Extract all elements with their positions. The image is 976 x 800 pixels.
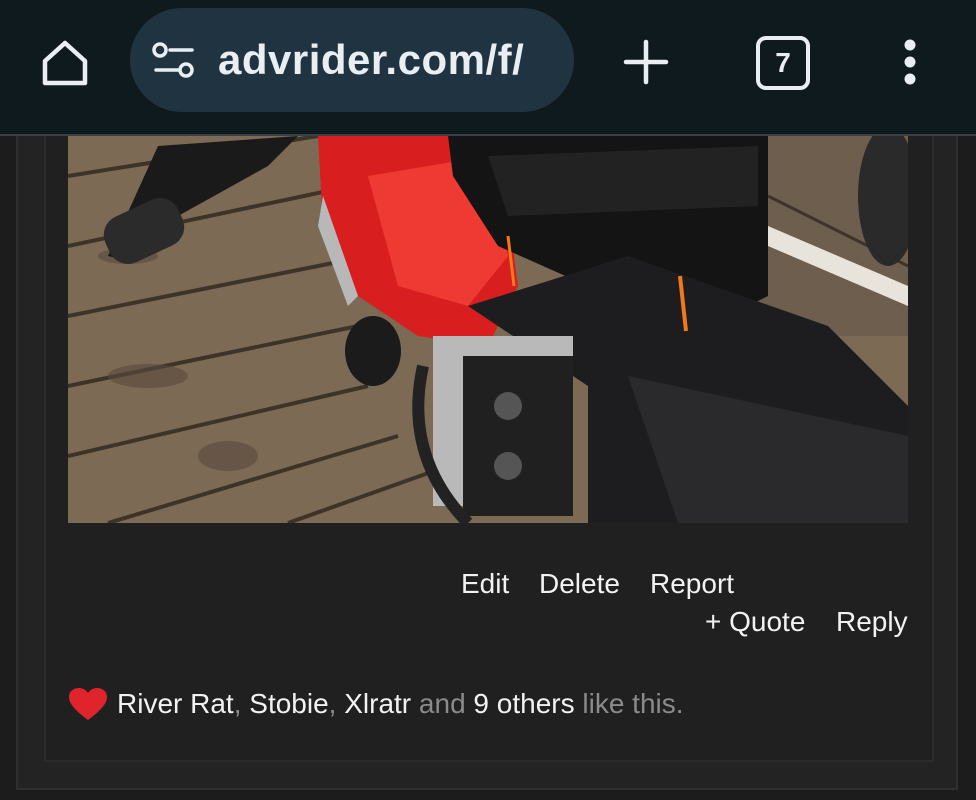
heart-icon: [69, 688, 107, 720]
likes-separator: ,: [233, 688, 250, 719]
tune-icon[interactable]: [152, 42, 196, 78]
liker-link[interactable]: River Rat: [117, 688, 234, 720]
liker-link[interactable]: Stobie: [249, 688, 328, 720]
post-photo[interactable]: [68, 136, 908, 523]
tab-switcher-button[interactable]: 7: [756, 36, 810, 90]
quote-button[interactable]: + Quote: [705, 606, 805, 638]
likes-suffix-text: like this.: [574, 688, 684, 719]
more-vert-icon: [904, 39, 916, 85]
liker-link[interactable]: Xlratr: [344, 688, 411, 720]
delete-link[interactable]: Delete: [539, 568, 620, 600]
reply-button[interactable]: Reply: [836, 606, 908, 638]
address-bar[interactable]: advrider.com/f/: [130, 8, 574, 112]
new-tab-button[interactable]: [618, 34, 674, 90]
likes-others-link[interactable]: 9 others: [473, 688, 574, 720]
likes-and-text: and: [411, 688, 474, 719]
plus-icon: [623, 39, 669, 85]
more-menu-button[interactable]: [890, 34, 930, 90]
home-button[interactable]: [36, 34, 94, 92]
report-link[interactable]: Report: [650, 568, 734, 600]
likes-summary: River Rat , Stobie , Xlratr and 9 others…: [68, 684, 684, 724]
tab-count: 7: [775, 47, 791, 78]
home-icon: [42, 40, 88, 86]
edit-link[interactable]: Edit: [461, 568, 509, 600]
page-content: Edit Delete Report + Quote Reply River R…: [0, 136, 976, 800]
motorcycle-photo: [68, 136, 908, 523]
url-text[interactable]: advrider.com/f/: [218, 36, 558, 84]
likes-separator: ,: [328, 688, 345, 719]
browser-toolbar: advrider.com/f/ 7: [0, 0, 976, 136]
